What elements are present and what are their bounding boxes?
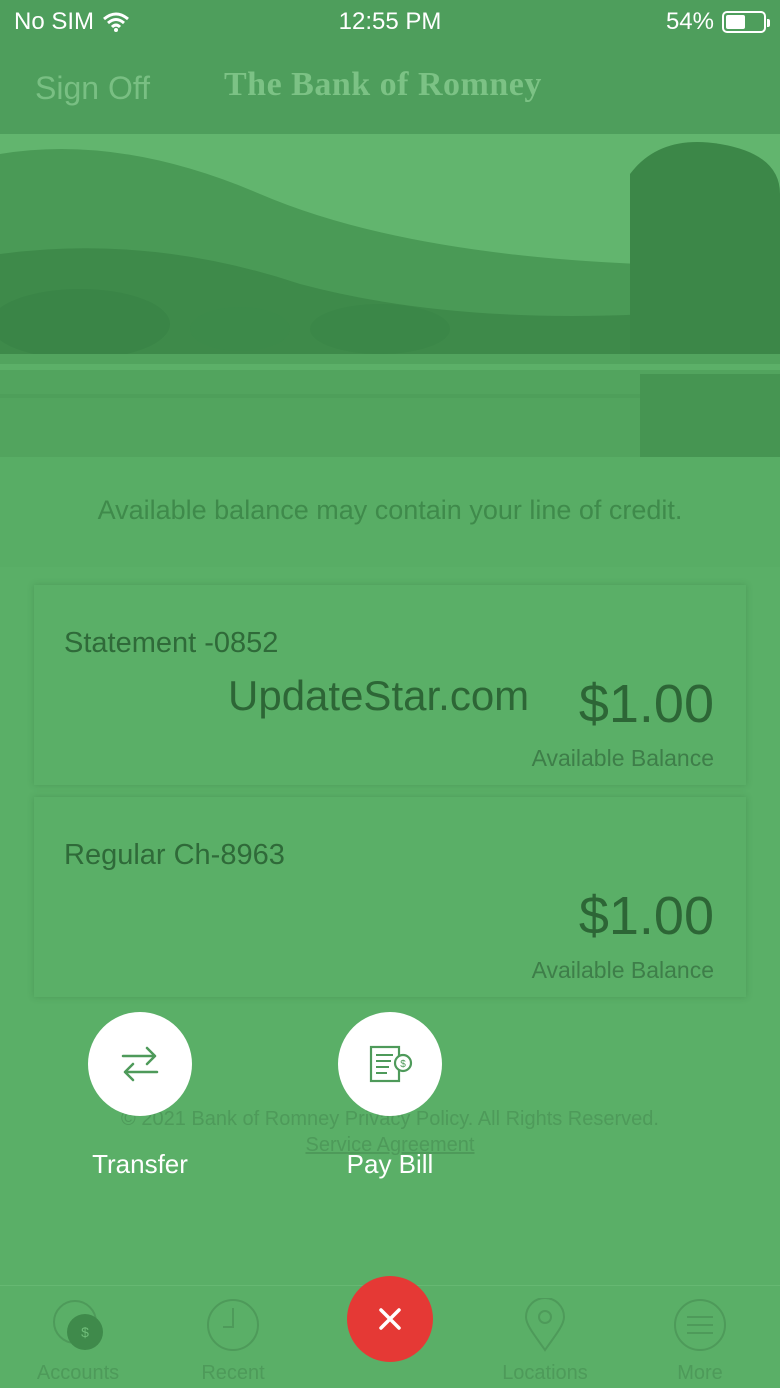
location-pin-icon <box>524 1297 566 1352</box>
status-time: 12:55 PM <box>338 8 442 35</box>
balance-notice-text: Available balance may contain your line … <box>97 495 683 525</box>
tab-recent[interactable]: Recent <box>163 1298 303 1385</box>
sign-off-button[interactable]: Sign Off <box>35 70 150 107</box>
tab-accounts-label: Accounts <box>36 1362 120 1384</box>
tab-more-label: More <box>677 1362 723 1384</box>
tab-locations[interactable]: Locations <box>475 1297 615 1385</box>
transfer-label: Transfer <box>92 1149 188 1179</box>
account-card[interactable]: Regular Ch-8963 $1.00 Available Balance <box>34 797 746 997</box>
close-icon <box>379 1308 401 1330</box>
svg-text:$: $ <box>81 1324 89 1340</box>
close-actions-button[interactable] <box>347 1276 433 1362</box>
account-balance: $1.00 <box>578 674 714 734</box>
tab-recent-label: Recent <box>201 1362 265 1384</box>
top-nav-bar: Sign Off The Bank of Romney <box>0 44 780 134</box>
account-name: Regular Ch-8963 <box>64 839 285 871</box>
tab-accounts[interactable]: $ Accounts <box>8 1298 148 1385</box>
tab-more[interactable]: More <box>630 1298 770 1385</box>
battery-percent: 54% <box>665 8 714 35</box>
account-balance: $1.00 <box>578 886 714 946</box>
balance-label: Available Balance <box>531 957 714 983</box>
account-name: Statement -0852 <box>64 627 279 659</box>
pay-bill-icon: $ <box>369 1045 413 1083</box>
balance-label: Available Balance <box>531 745 714 771</box>
pay-bill-button[interactable]: $ <box>338 1012 442 1116</box>
status-bar: No SIM 12:55 PM 54% <box>0 0 780 44</box>
watermark: UpdateStar.com <box>228 672 530 719</box>
hero-landscape-image <box>0 134 780 457</box>
balance-notice: Available balance may contain your line … <box>0 457 780 567</box>
accounts-icon: $ <box>53 1300 103 1350</box>
pay-bill-label: Pay Bill <box>346 1149 434 1179</box>
tab-locations-label: Locations <box>502 1362 588 1384</box>
svg-text:$: $ <box>400 1059 406 1070</box>
transfer-icon <box>121 1046 159 1082</box>
menu-icon <box>674 1299 726 1351</box>
battery-icon <box>722 11 770 33</box>
transfer-button[interactable] <box>88 1012 192 1116</box>
clock-icon <box>207 1299 259 1351</box>
bank-logo: The Bank of Romney <box>224 66 542 103</box>
